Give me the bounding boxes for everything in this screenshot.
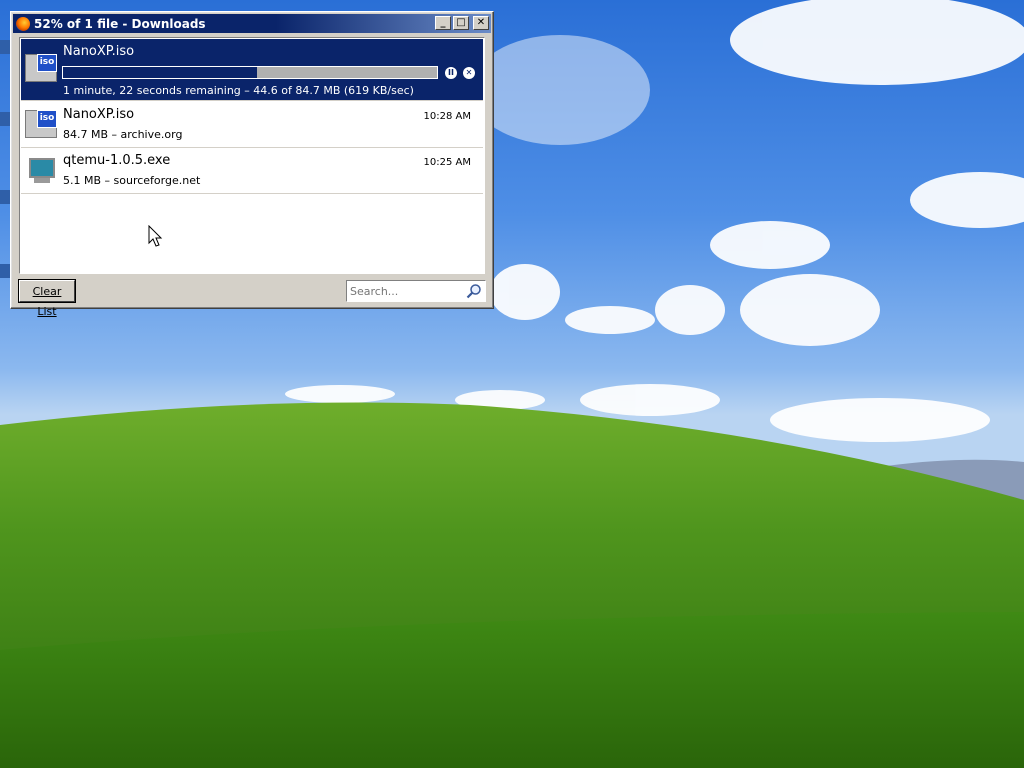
maximize-icon: □ (456, 17, 466, 28)
monitor-screen (29, 158, 55, 178)
progress-fill (63, 67, 258, 78)
search-icon[interactable] (466, 283, 482, 299)
close-button[interactable]: ✕ (473, 16, 489, 30)
cancel-icon: ✕ (465, 68, 473, 77)
desktop-icon[interactable] (0, 112, 10, 126)
download-time: 10:25 AM (423, 157, 471, 168)
iso-badge: iso (37, 54, 57, 72)
search-input[interactable] (350, 283, 460, 299)
minimize-icon: _ (440, 17, 446, 28)
window-title: 52% of 1 file - Downloads (34, 16, 206, 31)
download-status: 1 minute, 22 seconds remaining – 44.6 of… (63, 84, 414, 97)
iso-file-icon: iso (25, 54, 57, 82)
title-bar[interactable]: 52% of 1 file - Downloads _ □ ✕ (13, 14, 491, 33)
downloads-window: 52% of 1 file - Downloads _ □ ✕ iso Nano… (10, 11, 494, 318)
cancel-button[interactable]: ✕ (463, 67, 475, 79)
download-name: NanoXP.iso (63, 107, 135, 122)
exe-file-icon (25, 156, 57, 184)
firefox-icon[interactable] (16, 16, 30, 31)
download-item-active[interactable]: iso NanoXP.iso II ✕ 1 minute, 22 seconds… (21, 39, 483, 101)
progress-bar (62, 66, 438, 79)
download-item[interactable]: iso NanoXP.iso 10:28 AM 84.7 MB – archiv… (21, 102, 483, 148)
search-box[interactable] (346, 280, 486, 302)
desktop-icon[interactable] (0, 40, 10, 54)
download-info: 84.7 MB – archive.org (63, 128, 183, 141)
monitor-base (34, 178, 50, 183)
download-time: 10:28 AM (423, 111, 471, 122)
maximize-button[interactable]: □ (453, 16, 469, 30)
pause-icon: II (448, 68, 454, 77)
desktop-icon[interactable] (0, 264, 10, 278)
iso-file-icon: iso (25, 110, 57, 138)
desktop-icon[interactable] (0, 190, 10, 204)
iso-badge: iso (37, 110, 57, 128)
download-name: NanoXP.iso (63, 44, 135, 59)
pause-button[interactable]: II (445, 67, 457, 79)
mouse-cursor-icon (148, 225, 163, 247)
download-item[interactable]: qtemu-1.0.5.exe 10:25 AM 5.1 MB – source… (21, 148, 483, 194)
minimize-button[interactable]: _ (435, 16, 451, 30)
download-info: 5.1 MB – sourceforge.net (63, 174, 201, 187)
download-name: qtemu-1.0.5.exe (63, 153, 171, 168)
clear-list-button[interactable]: Clear List (19, 280, 75, 318)
desktop: 52% of 1 file - Downloads _ □ ✕ iso Nano… (0, 0, 1024, 768)
close-icon: ✕ (476, 17, 486, 28)
download-list[interactable]: iso NanoXP.iso II ✕ 1 minute, 22 seconds… (19, 37, 485, 274)
